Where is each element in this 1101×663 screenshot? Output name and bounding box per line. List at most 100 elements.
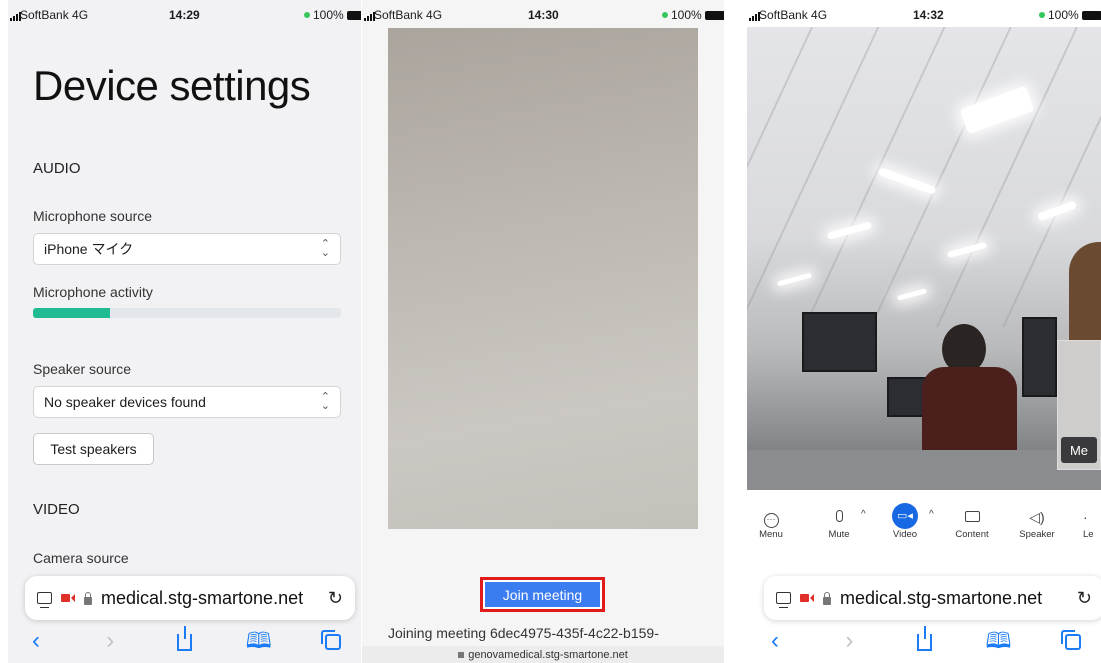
status-dot-icon [662,12,668,18]
reload-icon[interactable]: ↻ [1077,588,1092,609]
audio-heading: AUDIO [33,160,81,177]
menu-button[interactable]: ··· Menu [755,505,787,540]
camera-icon [61,594,75,602]
battery-percent: 100% [1048,8,1079,22]
lock-icon [458,652,465,658]
battery-icon [1081,10,1101,20]
video-icon: ▭◂ [892,503,918,529]
ceiling-grid [747,27,1101,327]
speaker-source-select[interactable]: No speaker devices found ⌃ ⌄ [33,386,341,418]
office-desk [747,450,1101,490]
meeting-controls: ··· Menu Mute ^ ▭◂ Video ^ Content ◁) Sp… [747,502,1101,555]
tabs-icon[interactable] [37,592,52,608]
content-label: Content [955,529,989,540]
share-button[interactable] [910,626,938,663]
content-button[interactable]: Content [950,505,994,540]
menu-icon: ··· [763,513,779,528]
caret-up-icon: ^ [929,509,934,520]
self-view-label: Me [1061,437,1097,463]
caret-up-icon: ^ [861,509,866,520]
bookmarks-icon[interactable]: 🕮 [245,630,273,663]
speaker-icon: ◁) [1029,509,1045,525]
mic-source-select[interactable]: iPhone マイク ⌃ ⌄ [33,233,341,265]
battery-icon [346,10,361,20]
lock-icon [823,591,831,605]
battery-icon [704,10,724,20]
forward-icon[interactable]: › [96,629,124,663]
tabs-overview-icon [1061,630,1081,650]
mic-source-label: Microphone source [33,208,153,224]
carrier: SoftBank 4G [759,8,828,22]
forward-icon[interactable]: › [836,629,864,663]
office-monitor [1022,317,1057,397]
url-text[interactable]: medical.stg-smartone.net [840,588,1068,609]
speaker-label: Speaker [1019,529,1055,540]
camera-source-label: Camera source [33,550,129,566]
address-bar[interactable]: medical.stg-smartone.net ↻ [25,576,355,620]
battery-status: 100% [304,8,361,22]
back-icon[interactable]: ‹ [761,629,789,663]
video-button[interactable]: ▭◂ Video [887,502,923,540]
office-monitor [887,377,927,417]
carrier: SoftBank 4G [374,8,443,22]
camera-preview [388,28,698,529]
status-dot-icon [1039,12,1045,18]
clock: 14:32 [913,8,944,22]
share-icon [177,626,192,651]
reload-icon[interactable]: ↻ [328,588,343,609]
leave-button[interactable]: · Le [1083,505,1101,540]
video-label: Video [892,529,918,540]
chevron-updown-icon: ⌃ ⌄ [320,391,330,412]
status-dot-icon [304,12,310,18]
battery-percent: 100% [671,8,702,22]
leave-label: Le [1083,529,1094,540]
bookmarks-icon[interactable]: 🕮 [985,630,1013,663]
tabs-icon[interactable] [776,592,791,608]
device-settings-screen: SoftBank 4G 14:29 100% Device settings A… [8,0,361,663]
mic-icon [835,510,843,522]
carrier: SoftBank 4G [20,8,89,22]
remote-video [747,27,1101,490]
battery-percent: 100% [313,8,344,22]
speaker-source-value: No speaker devices found [44,394,206,410]
mic-activity-meter [33,308,341,318]
join-meeting-button[interactable]: Join meeting [485,582,600,607]
url-text[interactable]: medical.stg-smartone.net [101,588,319,609]
video-heading: VIDEO [33,501,80,518]
tabs-overview-button[interactable] [319,630,347,663]
meeting-screen: SoftBank 4G 14:32 100% Me ··· Menu Mute … [747,0,1101,663]
domain-bar[interactable]: genovamedical.stg-smartone.net [362,646,724,663]
speaker-button[interactable]: ◁) Speaker [1015,505,1059,540]
speaker-source-label: Speaker source [33,361,132,377]
share-button[interactable] [171,626,199,663]
domain-text: genovamedical.stg-smartone.net [468,649,628,661]
page-title: Device settings [33,62,311,109]
mic-activity-fill [33,308,110,318]
mic-activity-label: Microphone activity [33,284,153,300]
camera-icon [800,594,814,602]
mute-label: Mute [828,529,850,540]
tabs-overview-icon [321,630,341,650]
mic-source-value: iPhone マイク [44,241,134,257]
leave-icon: · [1083,509,1088,525]
safari-toolbar: ‹ › 🕮 [747,626,1101,663]
lock-icon [84,591,92,605]
back-icon[interactable]: ‹ [22,629,50,663]
battery-status: 100% [662,8,724,22]
share-icon [916,626,932,651]
safari-toolbar: ‹ › 🕮 [8,626,361,663]
office-monitor [802,312,877,372]
join-meeting-screen: SoftBank 4G 14:30 100% Join meeting Join… [362,0,724,663]
tabs-overview-button[interactable] [1059,630,1087,663]
test-speakers-button[interactable]: Test speakers [33,433,154,465]
join-meeting-highlight: Join meeting [480,577,605,612]
status-bar: SoftBank 4G 14:30 100% [362,0,724,30]
battery-status: 100% [1039,8,1101,22]
address-bar[interactable]: medical.stg-smartone.net ↻ [764,576,1101,620]
mute-button[interactable]: Mute [821,505,857,540]
clock: 14:30 [528,8,559,22]
menu-label: Menu [759,529,783,540]
clock: 14:29 [169,8,200,22]
status-bar: SoftBank 4G 14:32 100% [747,0,1101,30]
joining-status: Joining meeting 6dec4975-435f-4c22-b159- [388,625,659,641]
